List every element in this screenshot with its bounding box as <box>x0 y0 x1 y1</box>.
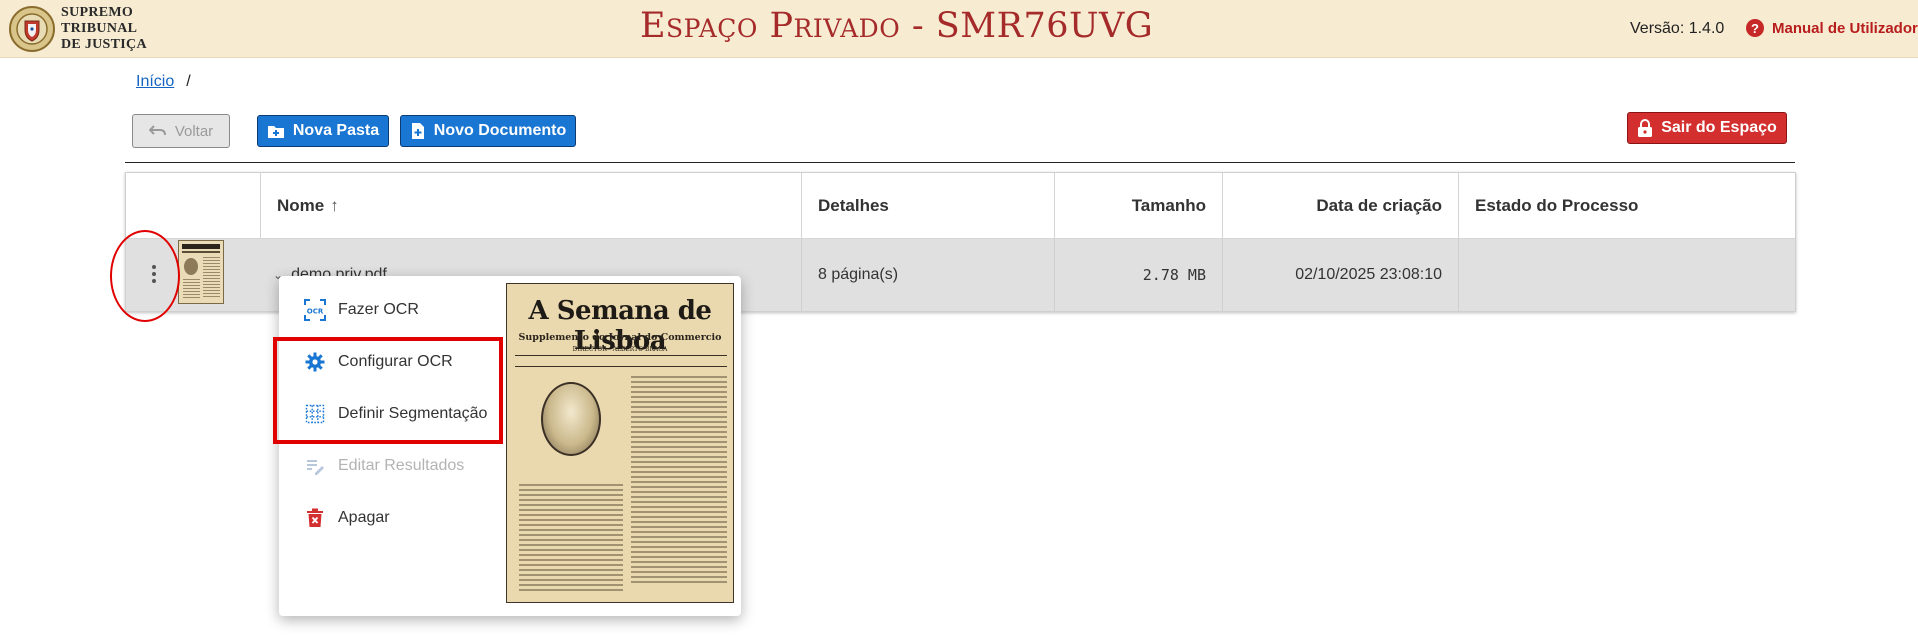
row-details-cell: 8 página(s) <box>802 239 1055 311</box>
delete-icon <box>304 507 326 529</box>
back-label: Voltar <box>174 122 214 140</box>
breadcrumb: Início / <box>136 73 191 91</box>
column-header-status[interactable]: Estado do Processo <box>1459 173 1795 239</box>
undo-icon <box>148 125 166 136</box>
breadcrumb-home-link[interactable]: Início <box>136 73 174 91</box>
preview-text-column <box>519 484 623 594</box>
new-document-button[interactable]: Novo Documento <box>400 115 576 147</box>
document-thumbnail[interactable] <box>178 240 224 304</box>
menu-item-edit-results[interactable]: Editar Resultados <box>279 440 507 492</box>
preview-rule <box>515 355 727 356</box>
new-folder-button[interactable]: Nova Pasta <box>257 115 389 147</box>
preview-director: DIRECTOR - ALBERTO BRAGA <box>572 346 668 353</box>
user-manual-link[interactable]: ? Manual de Utilizador <box>1746 19 1918 37</box>
exit-space-label: Sair do Espaço <box>1661 119 1777 136</box>
column-header-created[interactable]: Data de criação <box>1223 173 1459 239</box>
preview-rule <box>515 366 727 367</box>
back-button[interactable]: Voltar <box>132 114 230 148</box>
column-name-label: Nome <box>277 196 325 215</box>
new-folder-label: Nova Pasta <box>292 122 380 139</box>
preview-portrait <box>541 382 601 456</box>
lock-icon <box>1638 119 1653 137</box>
row-size-cell: 2.78 MB <box>1055 239 1223 311</box>
column-header-size[interactable]: Tamanho <box>1055 173 1223 239</box>
column-header-details[interactable]: Detalhes <box>802 173 1055 239</box>
menu-item-delete-label: Apagar <box>338 509 390 526</box>
svg-text:OCR: OCR <box>307 308 324 316</box>
sort-arrow-icon: ↑ <box>330 196 339 215</box>
new-folder-icon <box>267 126 284 138</box>
toolbar-divider <box>125 162 1795 163</box>
table-header: Nome ↑ Detalhes Tamanho Data de criação … <box>126 173 1795 239</box>
exit-space-button[interactable]: Sair do Espaço <box>1627 112 1787 144</box>
document-preview: A Semana de Lisboa Supplemento do Jornal… <box>506 283 734 603</box>
help-icon: ? <box>1746 19 1764 37</box>
menu-item-edit-results-label: Editar Resultados <box>338 457 465 474</box>
coat-of-arms-logo <box>9 6 55 52</box>
row-status-cell <box>1459 239 1795 311</box>
org-name: SUPREMO TRIBUNAL DE JUSTIÇA <box>61 5 147 52</box>
menu-item-ocr-label: Fazer OCR <box>338 301 419 318</box>
preview-subtitle: Supplemento do Jornal do Commercio <box>518 332 722 343</box>
version-label: Versão: 1.4.0 <box>1630 20 1725 37</box>
column-header-name[interactable]: Nome ↑ <box>261 173 802 239</box>
breadcrumb-separator: / <box>186 73 191 90</box>
highlight-rectangle <box>273 337 503 444</box>
row-created-cell: 02/10/2025 23:08:10 <box>1223 239 1459 311</box>
highlight-ellipse <box>110 230 180 322</box>
preview-text-column <box>631 376 727 586</box>
page-title: Espaço Privado - SMR76UVG <box>640 6 1154 46</box>
ocr-icon: OCR <box>304 299 326 321</box>
menu-item-ocr[interactable]: OCR Fazer OCR <box>279 284 507 336</box>
app-header: SUPREMO TRIBUNAL DE JUSTIÇA Espaço Priva… <box>0 0 1918 58</box>
new-document-icon <box>411 123 424 139</box>
user-manual-label: Manual de Utilizador <box>1772 19 1918 37</box>
edit-icon <box>304 455 326 477</box>
menu-item-delete[interactable]: Apagar <box>279 492 507 544</box>
new-document-label: Novo Documento <box>433 122 567 139</box>
